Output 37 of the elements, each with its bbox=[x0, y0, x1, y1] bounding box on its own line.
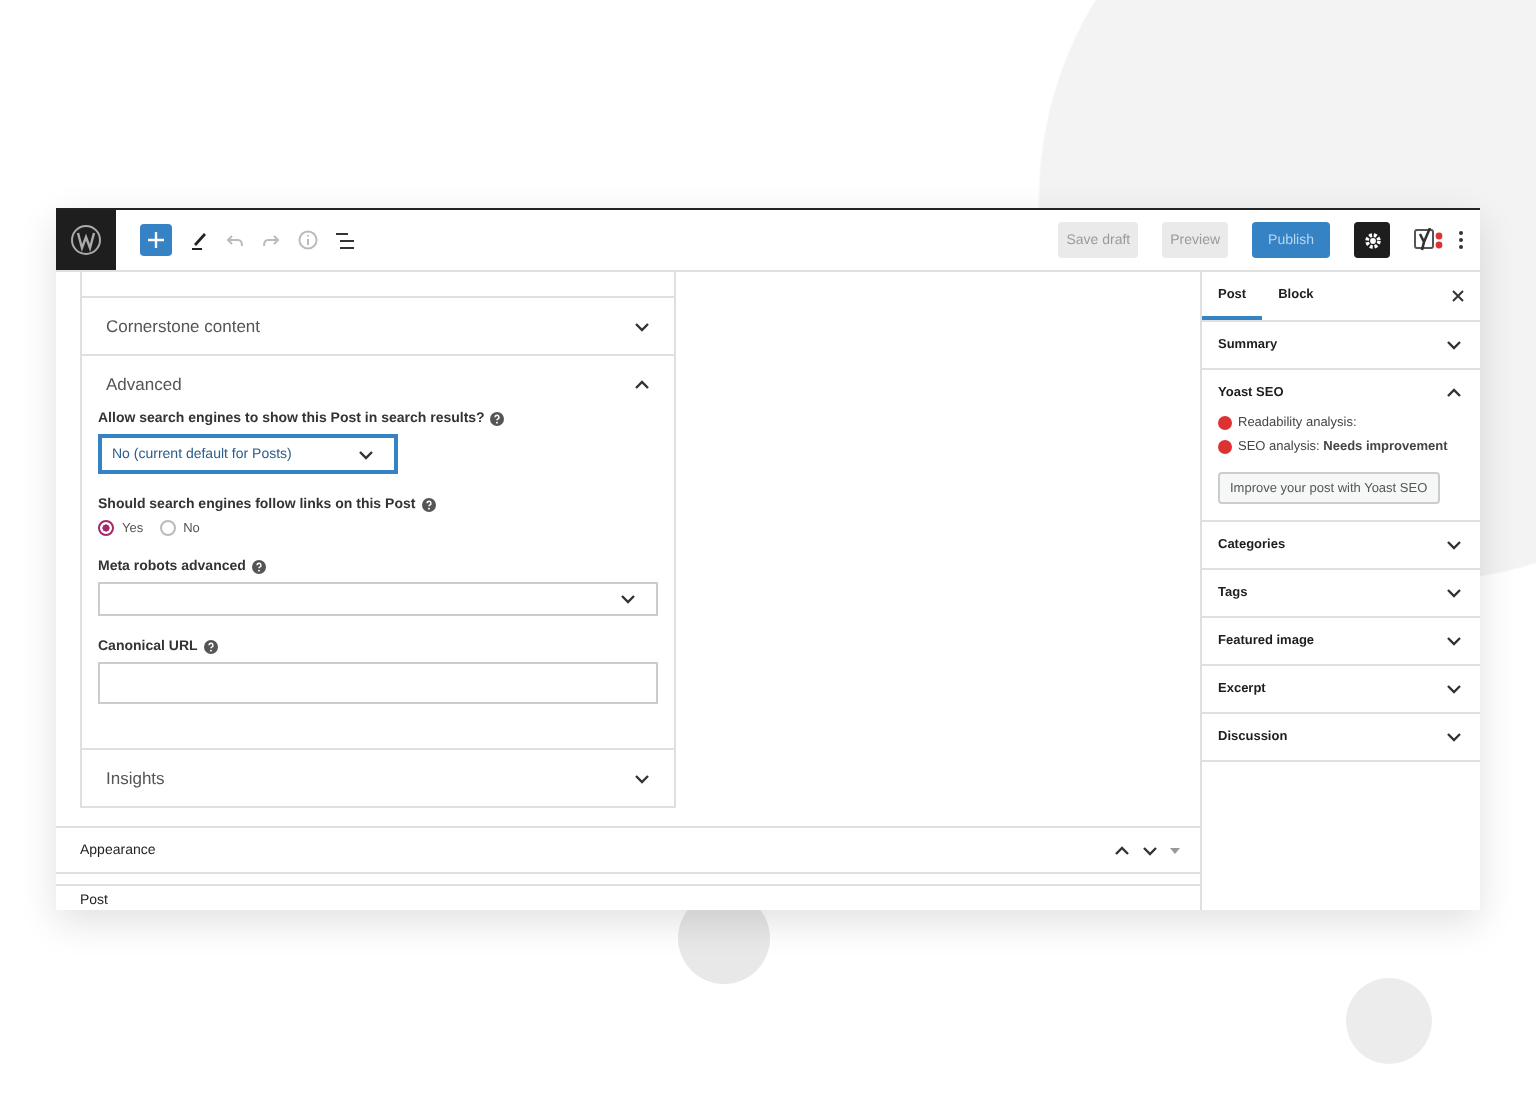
collapsible-section-header[interactable]: Advanced bbox=[82, 356, 674, 412]
help-icon bbox=[421, 498, 436, 512]
help-icon bbox=[490, 412, 505, 426]
collapsible-section-header[interactable]: Insights bbox=[82, 750, 674, 806]
chevron-down-icon bbox=[1446, 588, 1462, 598]
chevron-down-icon bbox=[1446, 636, 1462, 646]
chevron-up-icon bbox=[1114, 845, 1130, 855]
chevron-up-icon bbox=[634, 379, 650, 389]
pencil-icon[interactable] bbox=[190, 230, 208, 250]
input-field[interactable] bbox=[98, 662, 658, 704]
collapsible-section-header[interactable]: Cornerstone content bbox=[82, 298, 674, 354]
help-icon bbox=[251, 560, 266, 574]
close-icon[interactable] bbox=[1452, 290, 1464, 302]
chevron-down-icon bbox=[358, 449, 374, 459]
caret-icon[interactable] bbox=[1170, 847, 1180, 853]
wordpress-logo-icon[interactable] bbox=[56, 210, 116, 270]
help-icon bbox=[203, 640, 218, 654]
select-field[interactable] bbox=[98, 582, 658, 616]
gear-icon bbox=[1363, 231, 1381, 249]
more-options-icon[interactable] bbox=[1458, 230, 1464, 250]
chevron-down-icon bbox=[1142, 845, 1158, 855]
chevron-down-icon bbox=[634, 773, 650, 783]
chevron-down-icon bbox=[634, 321, 650, 331]
plus-icon bbox=[148, 232, 164, 248]
list-view-icon[interactable] bbox=[336, 231, 356, 249]
chevron-down-icon bbox=[620, 594, 636, 604]
chevron-down-icon bbox=[1446, 684, 1462, 694]
radio-button[interactable] bbox=[159, 520, 176, 536]
chevron-down-icon bbox=[1446, 340, 1462, 350]
add-block-button[interactable] bbox=[140, 224, 172, 256]
radio-button[interactable] bbox=[98, 520, 114, 536]
settings-button[interactable] bbox=[1354, 222, 1390, 258]
chevron-down-icon bbox=[1446, 732, 1462, 742]
yoast-logo-icon[interactable] bbox=[1414, 228, 1444, 252]
w-logo-icon bbox=[70, 224, 102, 256]
chevron-up-icon bbox=[1446, 388, 1462, 398]
chevron-down-icon bbox=[1446, 540, 1462, 550]
